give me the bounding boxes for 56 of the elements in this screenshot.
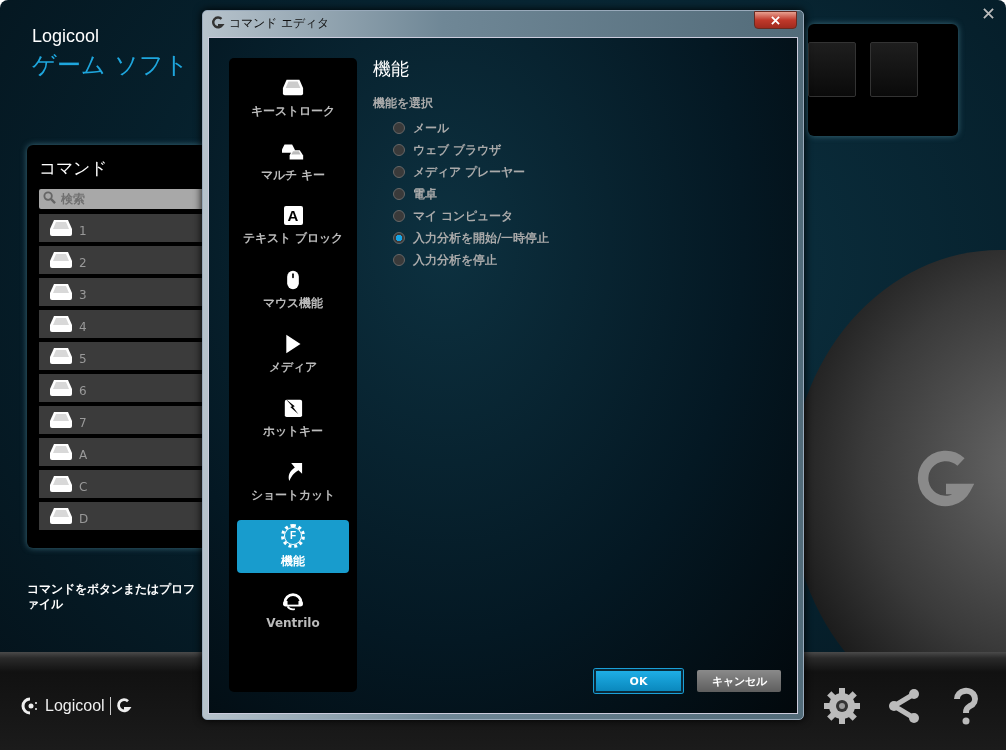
option-label[interactable]: 入力分析を開始/一時停止 [413,229,550,247]
lightning-icon [282,397,304,418]
radio-button[interactable] [393,144,405,156]
category-item[interactable]: ショートカット [237,456,349,509]
option-label[interactable]: メディア プレーヤー [413,163,526,181]
radio-button[interactable] [393,210,405,222]
headset-icon [282,591,304,611]
keycap-icon [49,379,73,397]
logo-text: Logicool [45,697,105,715]
radio-button[interactable] [393,254,405,266]
category-item[interactable]: マウス機能 [237,264,349,317]
radio-button[interactable] [393,232,405,244]
logo-icon [20,697,40,715]
g-logo-icon [115,698,132,714]
group-label: 機能を選択 [373,95,434,112]
option-label[interactable]: ウェブ ブラウザ [413,141,502,159]
dialog-title: コマンド エディタ [229,14,329,32]
option-label[interactable]: 入力分析を停止 [413,251,497,269]
close-icon[interactable] [983,8,994,19]
keycap-icon [49,443,73,461]
g-logo-icon [211,16,225,30]
category-item[interactable]: Ventrilo [237,584,349,637]
category-item[interactable]: キーストローク [237,72,349,125]
category-item[interactable]: A テキスト ブロック [237,200,349,253]
keycap-icon [49,283,73,301]
panel-title: コマンド [39,157,107,180]
option-label[interactable]: メール [413,119,449,137]
keycap-icon [49,219,73,237]
cancel-button[interactable]: キャンセル [697,670,781,692]
keycap-icon [49,507,73,525]
hint-text: コマンドをボタンまたはプロファイル [27,582,196,612]
keycap-icon [49,347,73,365]
keycap-icon [49,411,73,429]
text-block-icon: A [283,206,303,225]
keycap-icon [49,315,73,333]
radio-button[interactable] [393,188,405,200]
keycaps-icon [282,141,304,162]
option-label[interactable]: マイ コンピュータ [413,207,514,225]
radio-button[interactable] [393,166,405,178]
keycap-icon [49,475,73,493]
close-button[interactable] [754,11,797,29]
device-slot[interactable] [808,42,856,97]
category-item[interactable]: マルチ キー [237,136,349,189]
category-item[interactable]: ホットキー [237,392,349,445]
section-heading: 機能 [373,57,410,81]
settings-icon[interactable] [822,686,862,726]
app-title: ゲーム ソフト [32,50,189,81]
keycap-icon [49,251,73,269]
brand-name: Logicool [32,26,101,47]
device-slot[interactable] [870,42,918,97]
radio-button[interactable] [393,122,405,134]
option-label[interactable]: 電卓 [413,185,437,203]
keycap-icon [282,77,304,98]
close-icon [771,15,780,25]
category-item[interactable]: メディア [237,328,349,381]
gear-icon: F [281,523,305,548]
